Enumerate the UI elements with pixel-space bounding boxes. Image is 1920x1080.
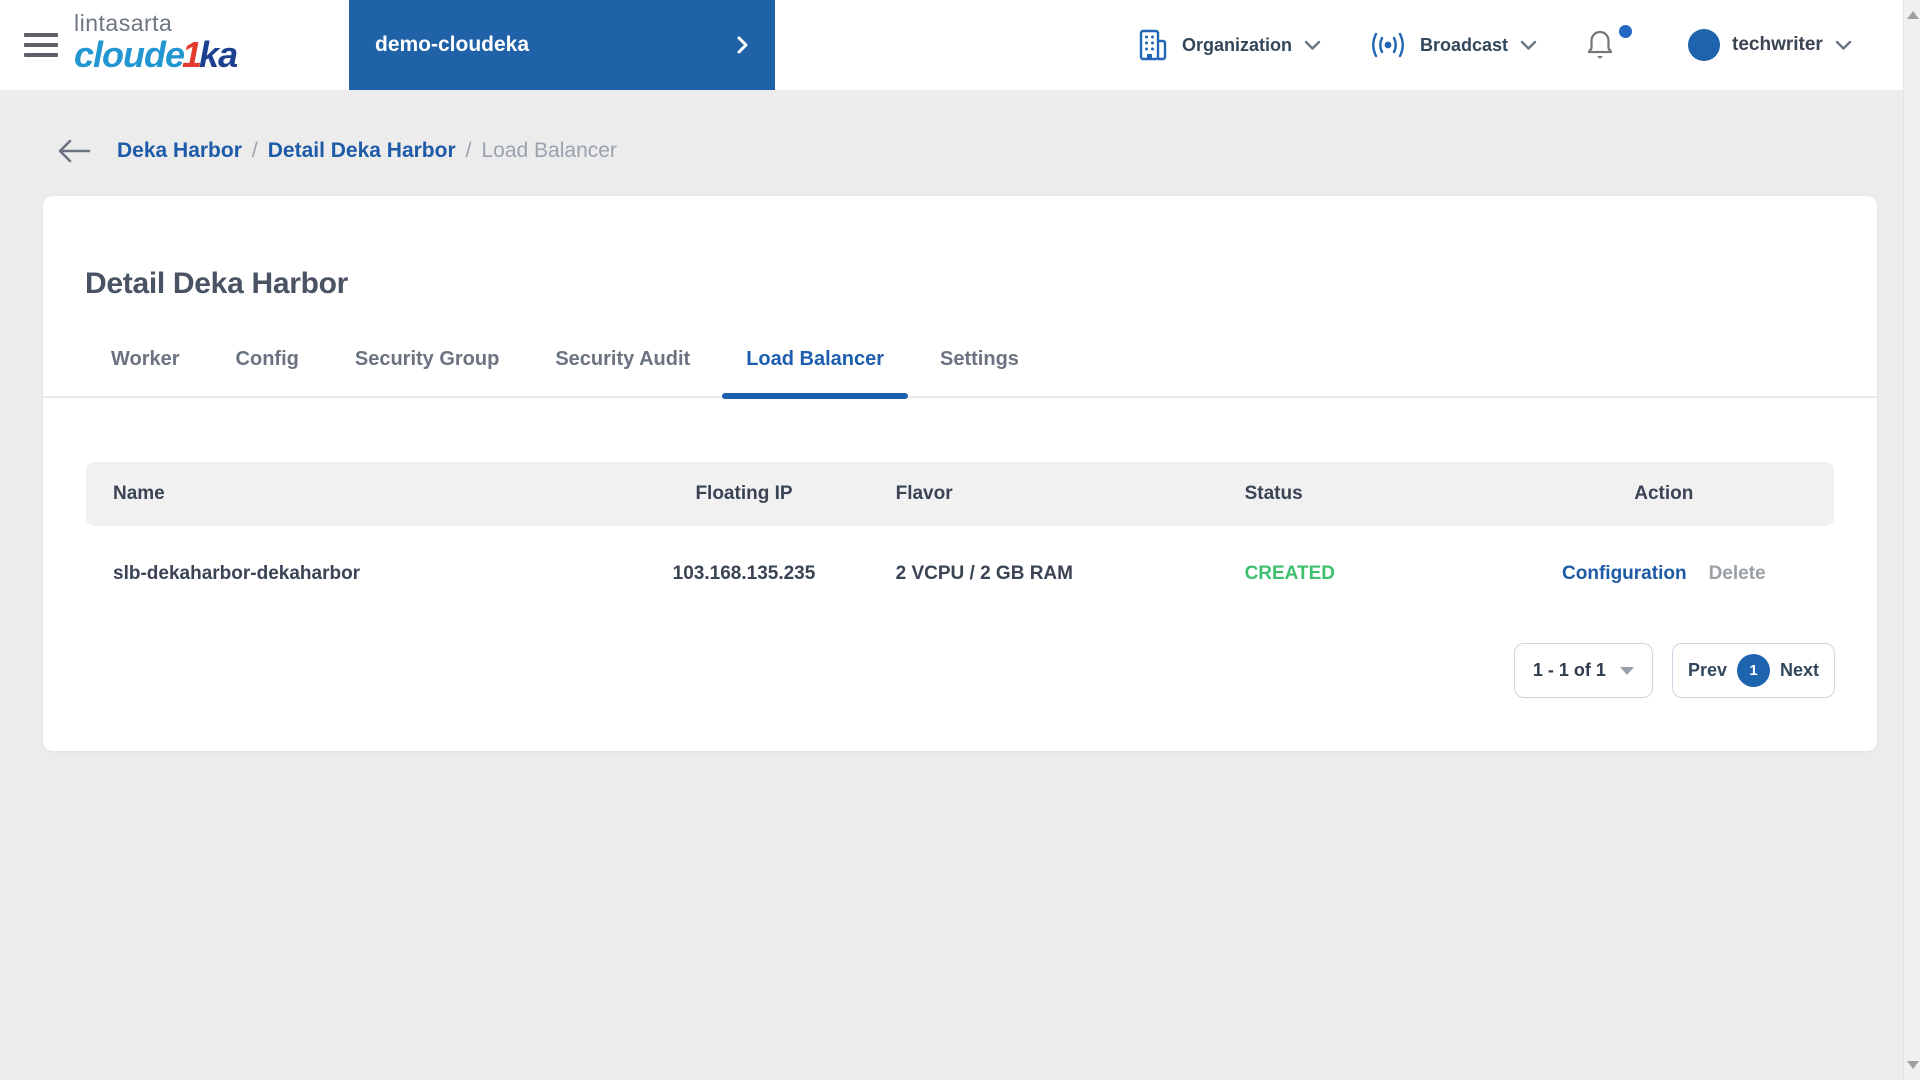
user-menu[interactable]: techwriter bbox=[1688, 0, 1852, 90]
arrow-left-icon bbox=[58, 139, 91, 163]
tab-settings[interactable]: Settings bbox=[916, 346, 1043, 396]
tab-worker[interactable]: Worker bbox=[87, 346, 204, 396]
column-header-action: Action bbox=[1634, 483, 1694, 504]
cell-actions: Configuration Delete bbox=[1521, 563, 1807, 585]
broadcast-signal-icon bbox=[1372, 32, 1404, 58]
caret-down-icon bbox=[1619, 666, 1634, 675]
page-title: Detail Deka Harbor bbox=[85, 267, 349, 300]
next-button[interactable]: Next bbox=[1780, 660, 1819, 681]
load-balancer-table: Name Floating IP Flavor Status Action sl… bbox=[86, 462, 1834, 602]
breadcrumb-link-deka-harbor[interactable]: Deka Harbor bbox=[117, 139, 242, 163]
project-name-label: demo-cloudeka bbox=[375, 33, 530, 56]
brand-logo: lintasarta cloude1ka bbox=[74, 10, 238, 75]
top-header: lintasarta cloude1ka demo-cloudeka Organ… bbox=[0, 0, 1920, 90]
vertical-scrollbar[interactable] bbox=[1903, 0, 1920, 1080]
cell-name: slb-dekaharbor-dekaharbor bbox=[113, 563, 361, 584]
tab-config[interactable]: Config bbox=[212, 346, 323, 396]
back-button[interactable] bbox=[55, 138, 93, 164]
breadcrumb: Deka Harbor / Detail Deka Harbor / Load … bbox=[0, 135, 1920, 167]
tab-load-balancer[interactable]: Load Balancer bbox=[722, 346, 908, 399]
detail-card: Detail Deka Harbor Worker Config Securit… bbox=[43, 196, 1877, 751]
organization-label: Organization bbox=[1182, 34, 1293, 55]
broadcast-dropdown[interactable]: Broadcast bbox=[1368, 0, 1537, 90]
column-header-floating-ip: Floating IP bbox=[695, 483, 793, 504]
pager: Prev 1 Next bbox=[1671, 643, 1835, 698]
chevron-right-icon bbox=[737, 36, 748, 54]
column-header-name: Name bbox=[113, 483, 165, 504]
cell-floating-ip: 103.168.135.235 bbox=[672, 563, 816, 584]
configuration-link[interactable]: Configuration bbox=[1562, 563, 1687, 585]
delete-link[interactable]: Delete bbox=[1709, 563, 1766, 585]
tab-security-group[interactable]: Security Group bbox=[331, 346, 523, 396]
column-header-status: Status bbox=[1244, 483, 1303, 504]
pagination: 1 - 1 of 1 Prev 1 Next bbox=[43, 643, 1835, 698]
status-badge: CREATED bbox=[1244, 563, 1335, 584]
organization-dropdown[interactable]: Organization bbox=[1136, 0, 1321, 90]
notification-badge bbox=[1619, 25, 1632, 38]
scroll-up-arrow-icon[interactable] bbox=[1907, 11, 1919, 19]
username-label: techwriter bbox=[1732, 34, 1823, 55]
user-avatar bbox=[1688, 29, 1720, 61]
rows-per-page-dropdown[interactable]: 1 - 1 of 1 bbox=[1513, 643, 1653, 698]
range-label: 1 - 1 of 1 bbox=[1532, 660, 1606, 680]
organization-building-icon bbox=[1139, 29, 1167, 61]
bell-icon bbox=[1587, 30, 1613, 59]
hamburger-menu-icon[interactable] bbox=[24, 33, 58, 57]
chevron-down-icon bbox=[1520, 40, 1537, 50]
logo-lintasarta-text: lintasarta bbox=[74, 10, 173, 36]
tab-bar: Worker Config Security Group Security Au… bbox=[43, 346, 1877, 399]
chevron-down-icon bbox=[1304, 40, 1321, 50]
table-row: slb-dekaharbor-dekaharbor 103.168.135.23… bbox=[86, 546, 1834, 602]
chevron-down-icon bbox=[1835, 40, 1852, 50]
current-page-button[interactable]: 1 bbox=[1736, 654, 1770, 687]
breadcrumb-separator: / bbox=[465, 139, 472, 162]
prev-button[interactable]: Prev bbox=[1688, 660, 1727, 681]
cell-flavor: 2 VCPU / 2 GB RAM bbox=[895, 563, 1073, 584]
breadcrumb-current-load-balancer: Load Balancer bbox=[481, 139, 617, 162]
scroll-down-arrow-icon[interactable] bbox=[1907, 1061, 1919, 1069]
column-header-flavor: Flavor bbox=[895, 483, 953, 504]
notifications-button[interactable] bbox=[1585, 25, 1635, 68]
breadcrumb-link-detail-deka-harbor[interactable]: Detail Deka Harbor bbox=[268, 139, 456, 163]
broadcast-label: Broadcast bbox=[1420, 34, 1509, 55]
logo-cloudeka-text: cloude1ka bbox=[74, 34, 238, 75]
table-header-row: Name Floating IP Flavor Status Action bbox=[86, 462, 1834, 526]
breadcrumb-separator: / bbox=[251, 139, 258, 162]
tab-security-audit[interactable]: Security Audit bbox=[531, 346, 714, 396]
project-selector-button[interactable]: demo-cloudeka bbox=[349, 0, 775, 90]
